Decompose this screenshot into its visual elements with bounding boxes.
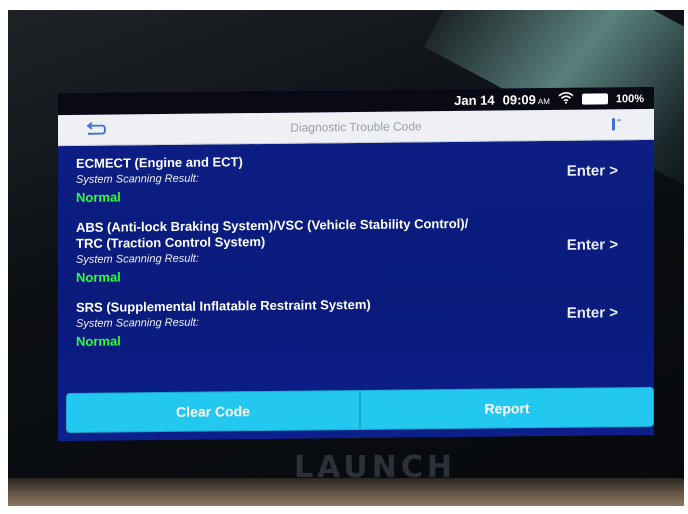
enter-button[interactable]: Enter > — [567, 304, 618, 322]
action-bar: Clear Code Report — [66, 386, 654, 434]
page-title: Diagnostic Trouble Code — [290, 119, 422, 135]
battery-percent: 100% — [615, 92, 644, 105]
device-screen: Jan 14 09:09 AM 100% Diagnostic Trouble … — [58, 86, 654, 442]
clear-code-button[interactable]: Clear Code — [66, 389, 360, 434]
wifi-icon — [558, 92, 574, 107]
flag-icon[interactable] — [610, 116, 624, 132]
system-item-ecm: ECMECT (Engine and ECT) System Scanning … — [58, 150, 654, 208]
system-item-abs: ABS (Anti-lock Braking System)/VSC (Vehi… — [58, 214, 654, 288]
status-ampm: AM — [537, 96, 550, 107]
status-clock: 09:09 AM — [503, 92, 550, 107]
battery-icon — [581, 93, 608, 105]
system-list: ECMECT (Engine and ECT) System Scanning … — [58, 140, 654, 349]
status-time: 09:09 — [502, 92, 536, 108]
report-button[interactable]: Report — [360, 386, 654, 430]
status-right: Jan 14 09:09 AM 100% — [454, 91, 644, 108]
enter-button[interactable]: Enter > — [567, 162, 618, 180]
table-surface — [8, 478, 684, 506]
enter-button[interactable]: Enter > — [567, 236, 618, 254]
system-item-srs: SRS (Supplemental Inflatable Restraint S… — [58, 294, 654, 352]
status-date: Jan 14 — [454, 92, 495, 108]
